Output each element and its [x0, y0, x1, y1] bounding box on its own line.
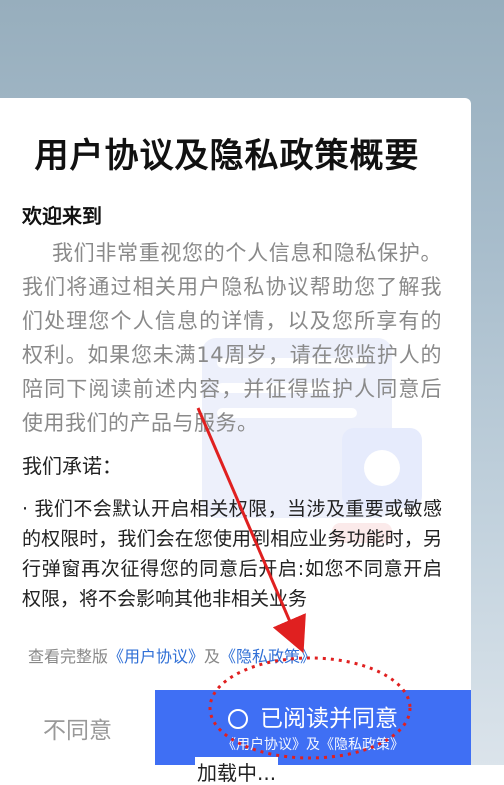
agree-sublabel: 《用户协议》及《隐私政策》	[222, 736, 404, 753]
full-version-links: 查看完整版《用户协议》及《隐私政策》	[28, 643, 316, 667]
full-version-prefix: 查看完整版	[28, 647, 109, 666]
agreement-scroll-area[interactable]: 欢迎来到 我们非常重视您的个人信息和隐私保护。我们将通过相关用户隐私协议帮助您了…	[22, 198, 442, 616]
agree-main-row: 已阅读并同意	[228, 704, 398, 734]
promise-heading: 我们承诺：	[22, 454, 122, 478]
disagree-button[interactable]: 不同意	[0, 690, 155, 765]
agree-label: 已阅读并同意	[260, 705, 398, 732]
user-agreement-link[interactable]: 《用户协议》	[108, 647, 204, 666]
privacy-policy-link[interactable]: 《隐私政策》	[220, 647, 316, 666]
loading-status: 加载中...	[195, 757, 279, 785]
radio-unchecked-icon	[228, 708, 248, 729]
dialog-title: 用户协议及隐私政策概要	[34, 136, 420, 176]
privacy-dialog: 用户协议及隐私政策概要 欢迎来到 我们非常重视您的个人信息和隐私保护。我们将通过…	[0, 98, 471, 765]
disagree-label: 不同意	[43, 717, 112, 744]
promise-paragraph: · 我们不会默认开启相关权限，当涉及重要或敏感的权限时，我们会在您使用到相应业务…	[22, 498, 442, 610]
app-screen: 用户协议及隐私政策概要 欢迎来到 我们非常重视您的个人信息和隐私保护。我们将通过…	[0, 0, 504, 785]
intro-paragraph: 我们非常重视您的个人信息和隐私保护。我们将通过相关用户隐私协议帮助您了解我们处理…	[22, 241, 442, 435]
links-connector: 及	[204, 647, 221, 666]
welcome-heading: 欢迎来到	[22, 204, 102, 228]
agree-button[interactable]: 已阅读并同意 《用户协议》及《隐私政策》	[155, 690, 471, 765]
